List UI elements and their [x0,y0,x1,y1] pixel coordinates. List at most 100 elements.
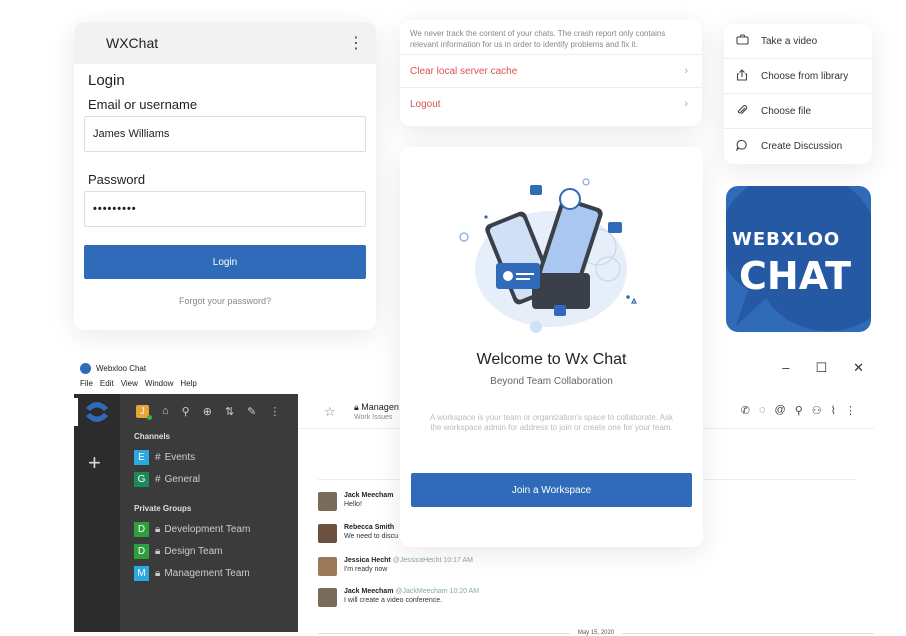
sidebar-toolbar: J ⌂ ⚲ ⊕ ⇅ ✎ ⋮ [120,394,298,428]
more-icon[interactable]: ⋮ [269,405,280,418]
sidebar: J ⌂ ⚲ ⊕ ⇅ ✎ ⋮ Channels E # Events G # Ge… [120,394,298,632]
search-icon[interactable]: ⚲ [182,405,190,418]
group-badge: D [134,543,149,559]
discussion-icon [735,139,756,154]
email-field[interactable]: James Williams [84,116,366,152]
login-app-header: WXChat ⋮ [74,22,376,64]
logout-label: Logout [410,98,441,110]
close-icon[interactable]: ✕ [853,360,864,376]
user-avatar[interactable]: J [136,404,152,420]
kebab-menu-icon[interactable]: ⋮ [845,404,856,417]
password-field[interactable]: ••••••••• [84,191,366,227]
create-discussion-item[interactable]: Create Discussion [724,129,872,163]
lock-icon: 🔒︎ [155,567,161,579]
menu-view[interactable]: View [121,379,138,388]
login-button[interactable]: Login [84,245,366,279]
clear-cache-row[interactable]: Clear local server cache › [400,54,702,87]
logout-row[interactable]: Logout › [400,87,702,120]
welcome-subtitle: Beyond Team Collaboration [490,376,613,387]
edit-icon[interactable]: ✎ [247,405,256,418]
server-rail: + [74,394,120,632]
sidebar-item-general[interactable]: G # General [120,468,298,490]
lock-icon: 🔒︎ [155,545,161,557]
server-logo-icon[interactable] [82,398,112,426]
join-workspace-button[interactable]: Join a Workspace [411,473,692,507]
menu-help[interactable]: Help [180,379,196,388]
call-icon[interactable]: ✆ [741,404,750,417]
kebab-menu-icon[interactable]: ⋮ [348,33,364,53]
camera-icon [736,34,756,48]
mention-icon[interactable]: @ [775,404,786,417]
choose-file-item[interactable]: Choose file [724,94,872,129]
hash-icon: # [155,451,161,463]
webxloo-chat-logo: WEBXLOO CHAT [726,186,871,332]
add-server-icon[interactable]: + [88,452,101,474]
room-name: 🔒︎ Managen [354,402,399,412]
chat-header-actions: ✆ ◌ @ ⚲ ⚇ ⌇ ⋮ [741,404,856,417]
sidebar-item-events[interactable]: E # Events [120,446,298,468]
private-groups-header: Private Groups [134,504,192,513]
choose-file-label: Choose file [761,105,812,117]
home-icon[interactable]: ⌂ [162,405,169,417]
sidebar-item-management-team[interactable]: M 🔒︎ Management Team [120,562,298,584]
forgot-password-link[interactable]: Forgot your password? [74,296,376,306]
message-text: Hello! [344,501,362,508]
sidebar-item-label: Events [164,451,196,463]
message-author[interactable]: Jack Meecham [344,492,393,499]
members-icon[interactable]: ⚇ [812,404,822,417]
star-icon[interactable]: ☆ [324,404,336,420]
date-divider: May 15, 2020 [318,630,875,636]
room-topic: Work Issues [354,414,393,421]
channels-header: Channels [134,432,171,441]
app-title: WXChat [106,35,159,51]
menu-edit[interactable]: Edit [100,379,114,388]
sidebar-item-label: General [164,473,201,485]
clear-cache-label: Clear local server cache [410,65,518,77]
active-server-indicator [74,398,78,426]
avatar[interactable] [318,524,337,543]
search-icon[interactable]: ⚲ [795,404,803,417]
message-meta: @JackMeecham 10:20 AM [395,588,480,595]
message-item: Rebecca Smith We need to discu [318,524,398,543]
sidebar-item-label: Management Team [164,567,250,579]
email-label: Email or username [88,97,198,112]
maximize-icon[interactable]: ☐ [815,360,827,376]
choose-library-label: Choose from library [761,70,849,82]
message-author[interactable]: Jack Meecham [344,588,393,595]
app-logo-icon [80,362,91,374]
welcome-description: A workspace is your team or organization… [430,413,673,432]
welcome-card: Welcome to Wx Chat Beyond Team Collabora… [400,147,703,547]
message-author[interactable]: Rebecca Smith [344,524,398,531]
sort-icon[interactable]: ⇅ [225,405,234,418]
svg-text:CHAT: CHAT [739,254,851,298]
privacy-note: We never track the content of your chats… [410,29,666,49]
welcome-illustration [459,178,637,333]
message-item: Jack Meecham @JackMeecham 10:20 AM I wil… [318,588,479,607]
window-controls: – ☐ ✕ [782,360,864,376]
avatar[interactable] [318,557,337,576]
discussion-icon[interactable]: ◌ [759,404,766,417]
message-item: Jack Meecham Hello! [318,492,393,511]
globe-icon[interactable]: ⊕ [203,405,212,418]
avatar[interactable] [318,492,337,511]
sidebar-item-development-team[interactable]: D 🔒︎ Development Team [120,518,298,540]
attachment-icon[interactable]: ⌇ [831,404,836,417]
choose-library-item[interactable]: Choose from library [724,59,872,94]
sidebar-item-design-team[interactable]: D 🔒︎ Design Team [120,540,298,562]
sidebar-item-label: Design Team [164,545,223,557]
minimize-icon[interactable]: – [782,360,789,376]
attachment-menu: Take a video Choose from library Choose … [724,24,872,164]
take-video-item[interactable]: Take a video [724,24,872,59]
message-text: I'm ready now [344,566,388,573]
settings-card: We never track the content of your chats… [400,20,702,126]
menu-window[interactable]: Window [145,379,173,388]
date-divider-label: May 15, 2020 [577,630,615,636]
share-icon [736,68,756,84]
channel-badge: E [134,449,149,465]
message-author[interactable]: Jessica Hecht [344,557,391,564]
svg-text:WEBXLOO: WEBXLOO [732,229,840,250]
menu-file[interactable]: File [80,379,93,388]
take-video-label: Take a video [761,35,818,47]
avatar[interactable] [318,588,337,607]
login-heading: Login [88,72,125,89]
